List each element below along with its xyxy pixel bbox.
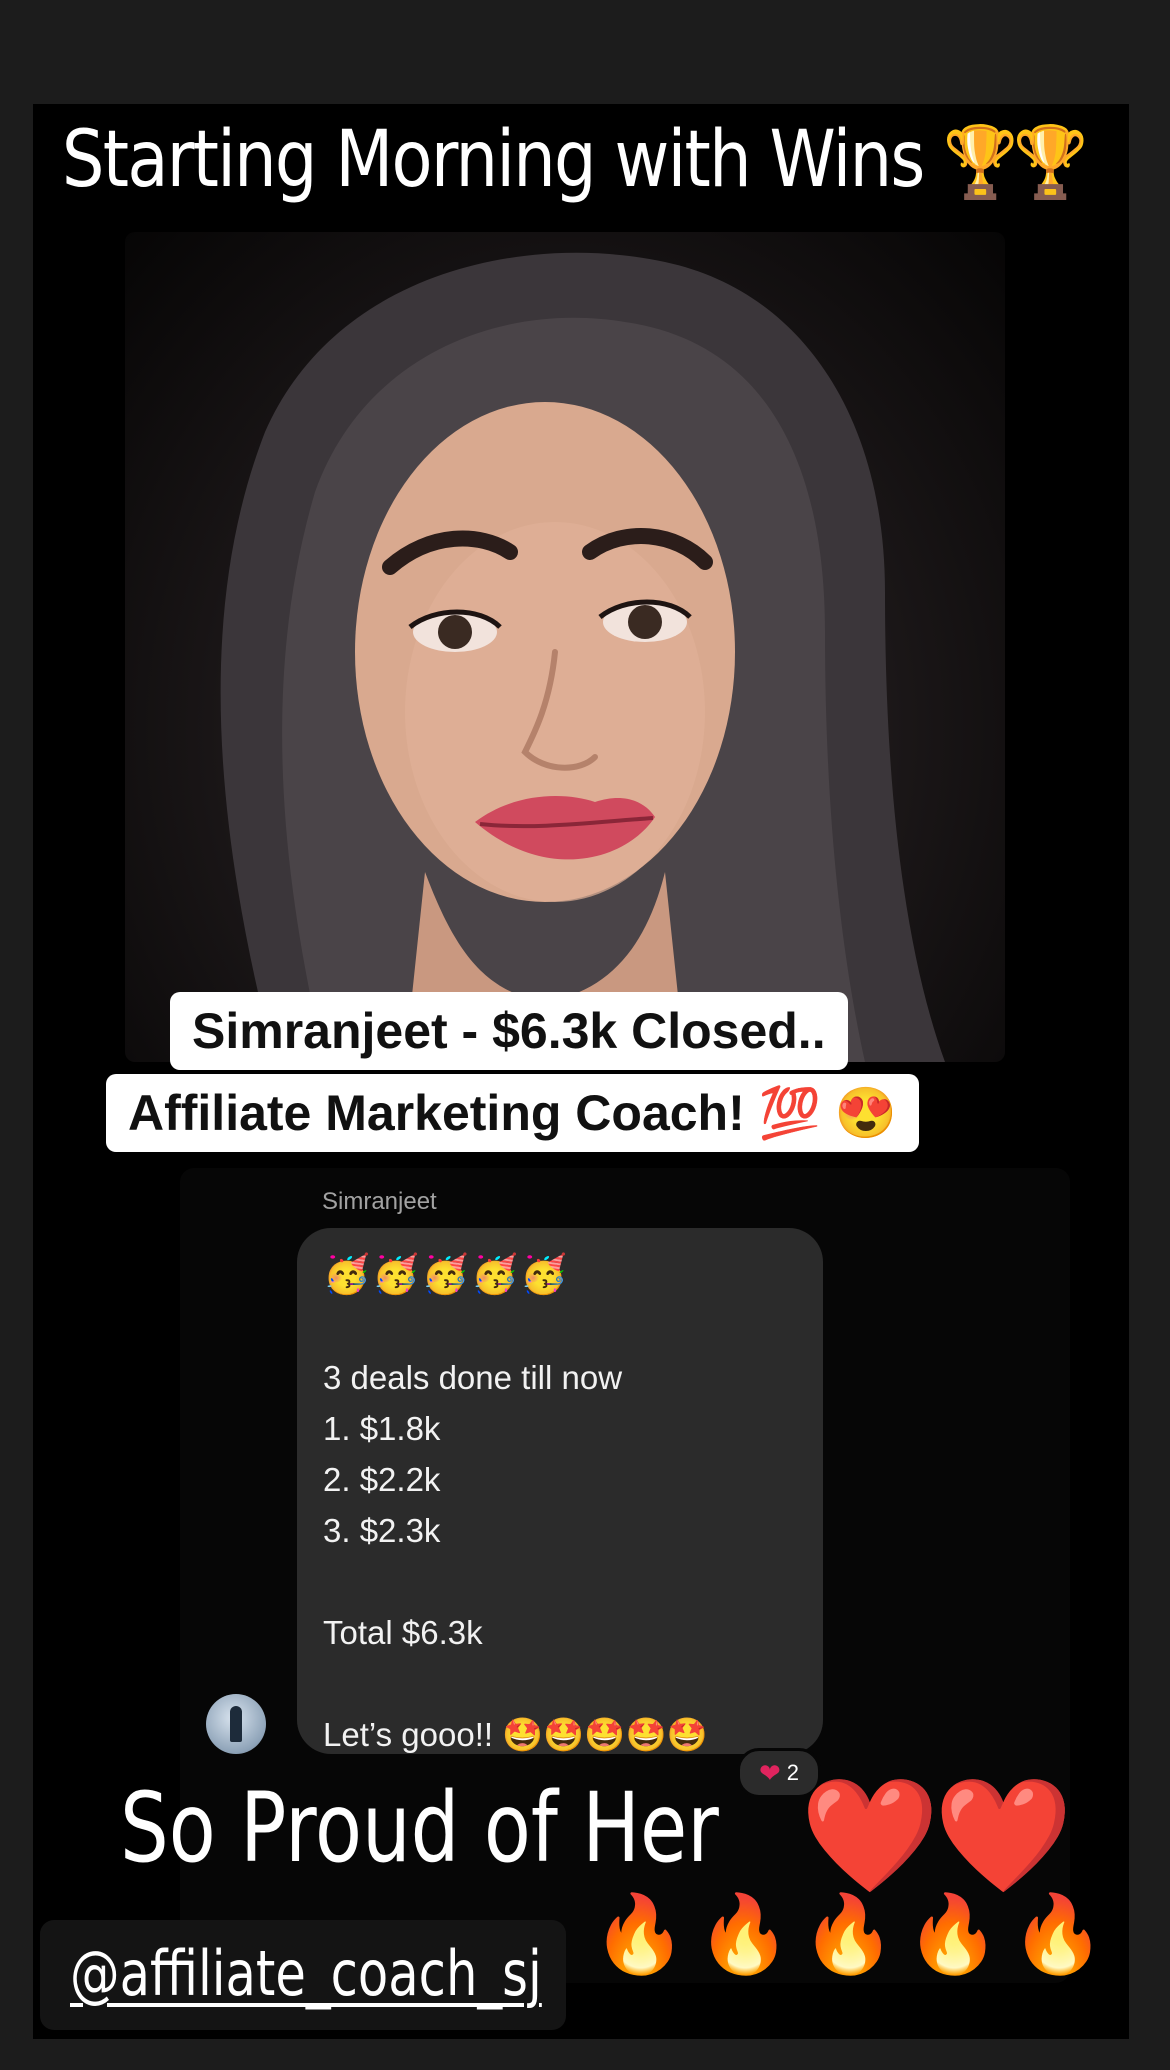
mention-link[interactable]: @affiliate_coach_sj bbox=[70, 1934, 542, 2014]
caption-subtitle: Affiliate Marketing Coach! 💯 😍 bbox=[106, 1074, 920, 1152]
avatar bbox=[206, 1694, 266, 1754]
hearts-icon: ❤️❤️ bbox=[800, 1773, 1073, 1898]
message-total: Total $6.3k bbox=[323, 1614, 483, 1651]
message-closing: Let’s gooo!! 🤩🤩🤩🤩🤩 bbox=[323, 1716, 708, 1753]
fire-icon: 🔥🔥🔥🔥🔥 bbox=[592, 1892, 1116, 1977]
deal-item: 3. $2.3k bbox=[323, 1512, 441, 1549]
trophy-icon: 🏆🏆 bbox=[943, 121, 1088, 203]
sender-name: Simranjeet bbox=[322, 1188, 437, 1215]
footer-text: So Proud of Her bbox=[120, 1772, 719, 1884]
message-bubble: 🥳🥳🥳🥳🥳 3 deals done till now 1. $1.8k 2. … bbox=[297, 1228, 823, 1754]
reaction-count: 2 bbox=[786, 1760, 800, 1785]
message-intro: 3 deals done till now bbox=[323, 1359, 623, 1396]
deal-item: 1. $1.8k bbox=[323, 1410, 441, 1447]
party-emoji-line: 🥳🥳🥳🥳🥳 bbox=[323, 1254, 570, 1296]
story-headline: Starting Morning with Wins 🏆🏆 bbox=[0, 110, 1088, 212]
profile-photo bbox=[125, 232, 1005, 1062]
deal-item: 2. $2.2k bbox=[323, 1461, 441, 1498]
headline-text: Starting Morning with Wins bbox=[61, 115, 925, 205]
caption-title: Simranjeet - $6.3k Closed.. bbox=[170, 992, 848, 1070]
heart-icon: ❤ bbox=[758, 1757, 781, 1788]
